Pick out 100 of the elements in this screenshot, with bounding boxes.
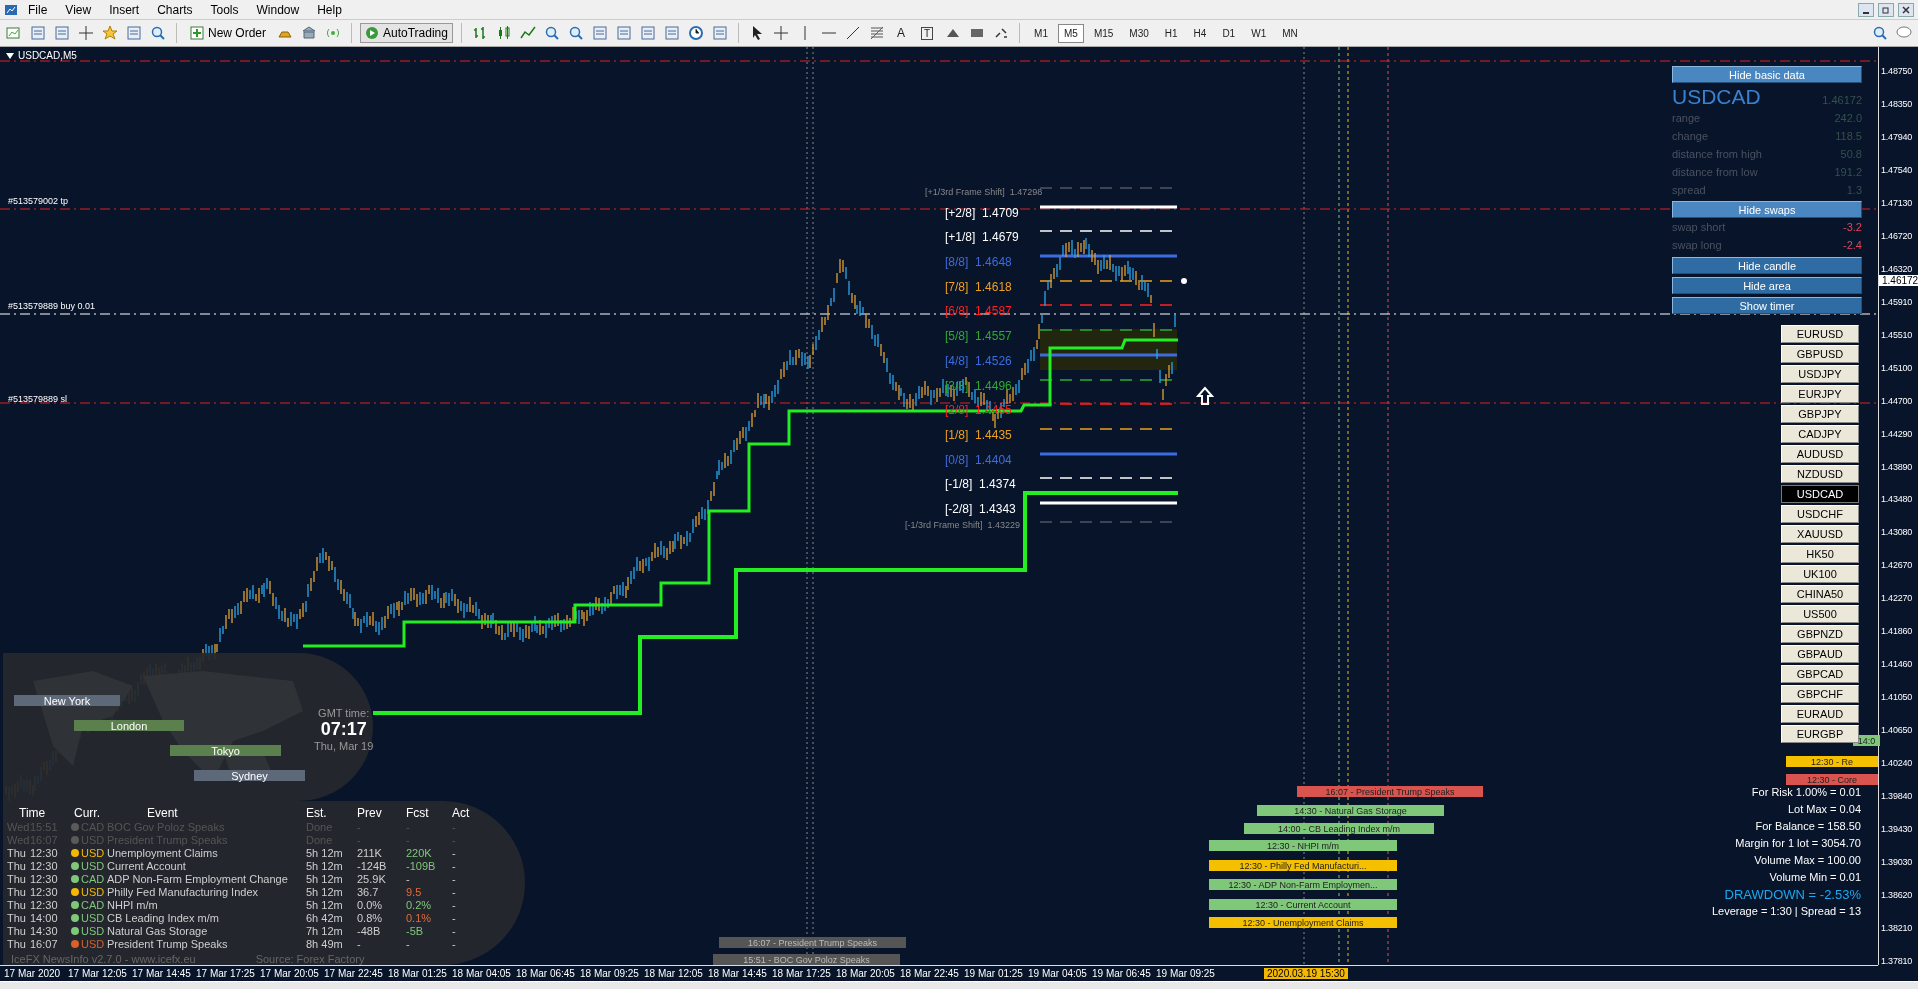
time-axis-label: 17 Mar 20:05 (260, 968, 319, 979)
price-axis-label: 1.43480 (1881, 494, 1913, 505)
timeframe-tab[interactable]: W1 (1245, 23, 1273, 43)
fibonacci-icon[interactable] (868, 25, 885, 41)
price-axis-label: 1.41460 (1881, 659, 1913, 670)
panel-button[interactable]: Hide candle (1672, 257, 1862, 274)
minimize-icon[interactable] (1858, 2, 1874, 17)
symbol-button[interactable]: UK100 (1781, 565, 1859, 583)
symbol-button[interactable]: EURGBP (1781, 725, 1859, 743)
symbol-button[interactable]: CADJPY (1781, 425, 1859, 443)
menu-item[interactable]: View (57, 2, 100, 17)
symbol-button[interactable]: GBPCHF (1781, 685, 1859, 703)
stat-value: 50.8 (1840, 148, 1862, 160)
calendar-event-bar: 12:30 - NHPI m/m (1209, 840, 1397, 851)
symbol-button[interactable]: USDCHF (1781, 505, 1859, 523)
menu-item[interactable]: Tools (202, 2, 247, 17)
stop-loss-line[interactable] (0, 402, 1878, 404)
timeframe-tab[interactable]: M15 (1087, 23, 1120, 43)
gmt-date: Thu, Mar 19 (314, 740, 374, 752)
text-label-tool[interactable]: T (920, 26, 934, 40)
symbol-button[interactable]: GBPNZD (1781, 625, 1859, 643)
price-axis-label: 1.37810 (1881, 955, 1913, 966)
chat-bubble-icon[interactable] (1896, 25, 1912, 41)
symbol-button[interactable]: USDCAD (1781, 485, 1859, 503)
table-cell-text: 12:30 (30, 859, 59, 872)
symbol-button[interactable]: HK50 (1781, 545, 1859, 563)
menu-item[interactable]: Help (309, 2, 350, 17)
timeframe-tab[interactable]: M1 (1028, 23, 1054, 43)
menu-item[interactable]: File (20, 2, 56, 17)
table-cell-text: NHPI m/m (107, 898, 159, 911)
stat-label: distance from low (1672, 166, 1758, 178)
column-header: Act (452, 805, 471, 820)
bank-icon[interactable] (301, 25, 317, 41)
timeframe-tab[interactable]: H1 (1158, 23, 1184, 43)
symbol-button[interactable]: GBPJPY (1781, 405, 1859, 423)
timeframe-tab[interactable]: H4 (1187, 23, 1213, 43)
favorites-star-icon[interactable] (102, 25, 118, 41)
symbol-button[interactable]: USDJPY (1781, 365, 1859, 383)
arrows-icon[interactable] (993, 25, 1010, 41)
zoom-out-icon[interactable] (567, 25, 584, 41)
murrey-level-label: [5/8] 1.4557 (945, 329, 1012, 343)
hide-basic-data-button[interactable]: Hide basic data (1672, 66, 1862, 83)
stat-label: spread (1672, 184, 1706, 196)
clock-icon[interactable] (687, 25, 704, 41)
bar-chart-icon[interactable] (471, 25, 488, 41)
trendline-icon[interactable] (844, 25, 861, 41)
magnifier-icon[interactable] (150, 25, 166, 41)
price-axis-label: 1.40240 (1881, 758, 1913, 769)
chart-app-icon[interactable] (4, 2, 18, 17)
table-cell-text: - (452, 872, 457, 885)
timeframe-tab[interactable]: M5 (1058, 23, 1084, 43)
table-cell-text: 8h 49m (306, 937, 344, 950)
leverage-text: Leverage = 1:30 | Spread = 13 (1711, 904, 1861, 919)
symbol-button[interactable]: XAUUSD (1781, 525, 1859, 543)
take-profit-line[interactable] (0, 208, 1878, 210)
menu-item[interactable]: Insert (101, 2, 148, 17)
new-chart-icon[interactable] (6, 25, 22, 41)
symbol-button[interactable]: US500 (1781, 605, 1859, 623)
magnifier-icon[interactable] (1872, 25, 1888, 41)
autotrading-button[interactable]: AutoTrading (360, 23, 453, 43)
time-axis-label: 19 Mar 01:25 (964, 968, 1023, 979)
symbol-button[interactable]: NZDUSD (1781, 465, 1859, 483)
close-icon[interactable] (1898, 2, 1914, 17)
symbol-button[interactable]: CHINA50 (1781, 585, 1859, 603)
crosshair-icon[interactable] (78, 25, 94, 41)
hide-swaps-button[interactable]: Hide swaps (1672, 201, 1862, 218)
symbol-button[interactable]: GBPAUD (1781, 645, 1859, 663)
entry-line[interactable] (0, 313, 1878, 315)
timeframe-tab[interactable]: MN (1276, 23, 1304, 43)
up-arrow-icon (1195, 386, 1215, 405)
new-order-button[interactable]: New Order (185, 23, 271, 43)
text-tool[interactable]: A (890, 26, 911, 40)
symbol-button[interactable]: GBPCAD (1781, 665, 1859, 683)
crosshair-icon[interactable] (772, 25, 789, 41)
account-info-text: Volume Max = 100.00 (1754, 853, 1861, 868)
panel-button[interactable]: Hide area (1672, 277, 1862, 294)
caret-icon[interactable] (6, 52, 14, 59)
price-axis-label: 1.43890 (1881, 461, 1913, 472)
table-cell-text: - (452, 885, 457, 898)
murrey-level-label: [+2/8] 1.4709 (945, 206, 1019, 220)
table-cell-text: 12:30 (30, 885, 59, 898)
table-cell-text: - (452, 859, 457, 872)
table-cell-text: 14:30 (30, 924, 59, 937)
table-cell-text: - (452, 924, 457, 937)
timeframe-tab[interactable]: D1 (1216, 23, 1242, 43)
timeframe-tab[interactable]: M30 (1123, 23, 1155, 43)
line-chart-icon[interactable] (519, 25, 536, 41)
symbol-button[interactable]: AUDUSD (1781, 445, 1859, 463)
symbol-button[interactable]: EURUSD (1781, 325, 1859, 343)
panel-button[interactable]: Show timer (1672, 297, 1862, 314)
zoom-in-icon[interactable] (543, 25, 560, 41)
symbol-button[interactable]: GBPUSD (1781, 345, 1859, 363)
frame-shift-label: [-1/3rd Frame Shift] 1.43229 (905, 520, 1021, 530)
price-axis-label: 1.42670 (1881, 560, 1913, 571)
time-axis-label: 17 Mar 14:45 (132, 968, 191, 979)
account-info-text: Volume Min = 0.01 (1769, 870, 1861, 885)
menu-item[interactable]: Charts (149, 2, 201, 17)
menu-item[interactable]: Window (248, 2, 308, 17)
symbol-button[interactable]: EURJPY (1781, 385, 1859, 403)
symbol-button[interactable]: EURAUD (1781, 705, 1859, 723)
